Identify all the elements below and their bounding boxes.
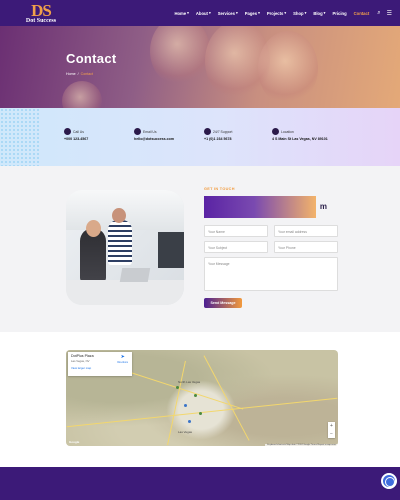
logo-text: Dot Success: [25, 17, 57, 24]
nav-item-projects[interactable]: Projects ▾: [267, 11, 286, 16]
nav-item-pricing[interactable]: Pricing: [332, 11, 346, 16]
chevron-down-icon: ▾: [323, 11, 326, 15]
zoom-control: + −: [328, 422, 335, 438]
photo-person: [108, 220, 132, 265]
embedded-map[interactable]: North Las Vegas Las Vegas DotPlus Plaza …: [66, 350, 338, 446]
chevron-down-icon: ▾: [258, 11, 260, 15]
breadcrumb-current: Contact: [80, 72, 93, 76]
nav-item-contact[interactable]: Contact: [354, 11, 370, 16]
site-logo[interactable]: DS Dot Success: [22, 2, 60, 24]
nav-label: Shop: [293, 10, 304, 16]
info-value: 4 S Main St Las Vegas, NV 89101: [272, 137, 328, 141]
phone-field[interactable]: Your Phone: [274, 241, 338, 253]
nav-label: Home: [174, 10, 187, 16]
menu-icon[interactable]: ☰: [387, 10, 392, 17]
contact-info-bar: Call Us +000 123-4567 Email Us hello@dot…: [0, 108, 400, 166]
nav-label: Pricing: [332, 10, 347, 16]
email-field[interactable]: Your email address: [274, 225, 338, 237]
nav-label: Blog: [313, 10, 323, 16]
map-place-card: DotPlus Plaza Las Vegas, NV View larger …: [68, 352, 132, 376]
form-title-tail: m: [319, 202, 327, 211]
page-title: Contact: [66, 51, 117, 66]
directions-button[interactable]: ➤ Directions: [117, 355, 128, 365]
page-hero: Contact Home / Contact: [0, 26, 400, 108]
photo-desk: [66, 280, 184, 305]
info-support: 24/7 Support +1 (0)1 234 5678: [204, 128, 232, 141]
info-value[interactable]: hello@dotsuccess.com: [134, 137, 174, 141]
google-logo: Google: [69, 440, 80, 444]
message-field[interactable]: Your Message: [204, 257, 338, 291]
nav-label: Contact: [353, 10, 370, 16]
chevron-down-icon: ▾: [284, 11, 287, 15]
info-label: 24/7 Support: [213, 129, 233, 134]
map-marker[interactable]: [184, 404, 187, 407]
chevron-down-icon: ▾: [208, 11, 211, 15]
location-pin-icon: [272, 128, 279, 135]
photo-person-head: [112, 208, 126, 223]
info-value[interactable]: +1 (0)1 234 5678: [204, 137, 232, 141]
nav-label: Projects: [266, 10, 284, 16]
headset-icon: [204, 128, 211, 135]
map-attribution[interactable]: Keyboard shortcuts Map data ©2024 Google…: [265, 444, 338, 446]
contact-page: DS Dot Success Home ▾ About ▾ Services ▾ Pa…: [0, 0, 400, 500]
nav-label: Pages: [244, 10, 258, 16]
main-nav: Home ▾ About ▾ Services ▾ Pages ▾ Projects ▾ …: [167, 10, 392, 17]
contact-form: GET IN TOUCH m Your Name Your email addr…: [204, 187, 338, 309]
info-label: Call Us: [73, 129, 84, 134]
map-marker[interactable]: [194, 394, 197, 397]
mail-icon: [134, 128, 141, 135]
team-photo: [66, 190, 184, 305]
form-title-banner: m: [204, 196, 327, 218]
nav-label: About: [195, 10, 208, 16]
zoom-in-button[interactable]: +: [328, 422, 335, 430]
nav-item-pages[interactable]: Pages ▾: [245, 11, 260, 16]
nav-item-blog[interactable]: Blog ▾: [313, 11, 325, 16]
map-label-north: North Las Vegas: [178, 380, 201, 384]
chevron-down-icon: ▾: [235, 11, 238, 15]
info-label: Location: [281, 129, 294, 134]
hero-photo: [62, 81, 102, 108]
site-footer: [0, 467, 400, 500]
zoom-out-button[interactable]: −: [328, 430, 335, 438]
nav-label: Services: [217, 10, 235, 16]
site-header: DS Dot Success Home ▾ About ▾ Services ▾ Pa…: [0, 0, 400, 26]
photo-monitor: [158, 232, 184, 268]
map-marker[interactable]: [176, 386, 179, 389]
contact-section: [0, 166, 400, 332]
photo-laptop: [119, 268, 151, 282]
view-larger-map-link[interactable]: View larger map: [71, 366, 129, 370]
chevron-down-icon: ▾: [187, 11, 189, 15]
nav-item-home[interactable]: Home ▾: [174, 11, 188, 16]
map-marker[interactable]: [188, 420, 191, 423]
name-field[interactable]: Your Name: [204, 225, 268, 237]
info-value[interactable]: +000 123-4567: [64, 137, 88, 141]
chat-widget-icon[interactable]: [381, 473, 397, 489]
directions-label: Directions: [117, 361, 128, 364]
breadcrumb-separator: /: [77, 72, 79, 76]
hero-photo: [150, 26, 210, 86]
nav-item-services[interactable]: Services ▾: [218, 11, 238, 16]
chevron-down-icon: ▾: [304, 11, 307, 15]
subject-field[interactable]: Your Subject: [204, 241, 268, 253]
info-location: Location 4 S Main St Las Vegas, NV 89101: [272, 128, 328, 141]
photo-person-head: [86, 220, 101, 237]
map-label-city: Las Vegas: [178, 430, 193, 434]
breadcrumb: Home / Contact: [66, 72, 93, 76]
info-email: Email Us hello@dotsuccess.com: [134, 128, 174, 141]
form-eyebrow: GET IN TOUCH: [204, 187, 235, 191]
info-label: Email Us: [143, 129, 157, 134]
hero-photo: [258, 31, 318, 106]
breadcrumb-home[interactable]: Home: [66, 72, 76, 76]
nav-item-about[interactable]: About ▾: [196, 11, 211, 16]
dot-pattern: [0, 108, 40, 166]
search-icon[interactable]: ⌕: [377, 10, 380, 17]
phone-icon: [64, 128, 71, 135]
logo-mark: DS: [31, 0, 52, 20]
info-call: Call Us +000 123-4567: [64, 128, 88, 141]
map-marker[interactable]: [199, 412, 202, 415]
send-message-button[interactable]: Send Message: [204, 298, 242, 308]
nav-item-shop[interactable]: Shop ▾: [293, 11, 306, 16]
